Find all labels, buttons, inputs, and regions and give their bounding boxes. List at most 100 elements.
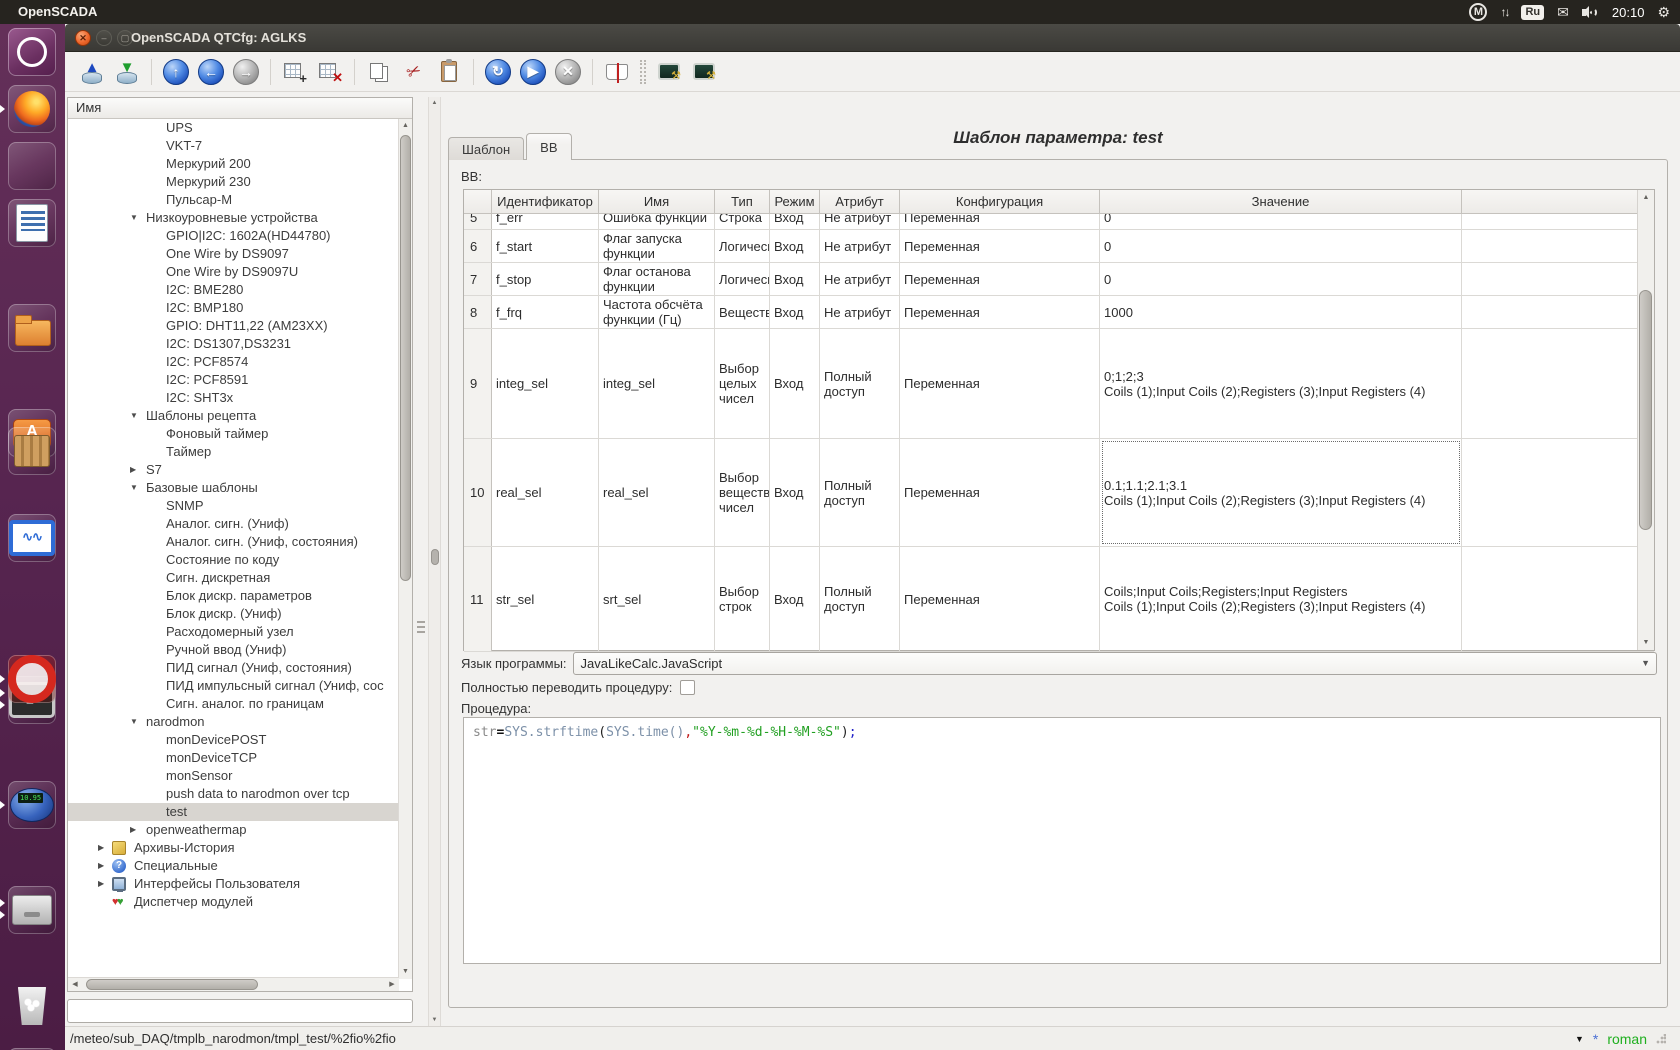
translate-procedure-checkbox[interactable] <box>680 680 695 695</box>
tree-item[interactable]: Фоновый таймер <box>68 425 399 443</box>
cell-type[interactable]: Выбор веществе чисел <box>715 439 770 546</box>
cell-config[interactable]: Переменная <box>900 296 1100 328</box>
scrollbar-thumb[interactable] <box>1639 290 1652 530</box>
tree-item[interactable]: Таймер <box>68 443 399 461</box>
toolbar-handle[interactable] <box>640 60 646 84</box>
cell-value[interactable]: 0;1;2;3Coils (1);Input Coils (2);Registe… <box>1100 329 1462 438</box>
tree-item[interactable]: Меркурий 200 <box>68 155 399 173</box>
collapsed-arrow-icon[interactable]: ▶ <box>98 857 104 875</box>
cell-attr[interactable]: Полный доступ <box>820 329 900 438</box>
tree-item[interactable]: ПИД сигнал (Униф, состояния) <box>68 659 399 677</box>
panel-splitter[interactable] <box>414 97 428 1026</box>
cut-item-button[interactable]: ✂ <box>399 57 429 87</box>
program-language-select[interactable]: JavaLikeCalc.JavaScript ▼ <box>573 652 1657 675</box>
messaging-menu-icon[interactable]: M <box>1469 3 1487 21</box>
cell-mode[interactable]: Вход <box>770 296 820 328</box>
cell-type[interactable]: Выбор целых чисел <box>715 329 770 438</box>
tree-item[interactable]: Сигн. дискретная <box>68 569 399 587</box>
dock-firefox-icon[interactable] <box>8 85 56 133</box>
tree-item[interactable]: monSensor <box>68 767 399 785</box>
tree-item[interactable]: ▼Низкоуровневые устройства <box>68 209 399 227</box>
scrollbar-thumb[interactable] <box>400 135 411 581</box>
tree-item[interactable]: Пульсар-М <box>68 191 399 209</box>
cell-id[interactable]: f_frq <box>492 296 599 328</box>
manual-button[interactable] <box>602 57 632 87</box>
scroll-up-arrow-icon[interactable]: ▲ <box>399 119 412 133</box>
tree-item[interactable]: ♥♥Диспетчер модулей <box>68 893 399 911</box>
user-name[interactable]: roman <box>1607 1031 1647 1047</box>
tree-vertical-scrollbar[interactable]: ▲ ▼ <box>398 119 412 979</box>
procedure-code-editor[interactable]: str=SYS.strftime(SYS.time(),"%Y-%m-%d-%H… <box>463 717 1661 964</box>
tree-item[interactable]: ▼narodmon <box>68 713 399 731</box>
dock-system-monitor-icon[interactable] <box>8 514 56 562</box>
cell-config[interactable]: Переменная <box>900 263 1100 295</box>
cell-id[interactable]: str_sel <box>492 547 599 651</box>
cell-config[interactable]: Переменная <box>900 329 1100 438</box>
cell-value[interactable]: 1000 <box>1100 296 1462 328</box>
status-dropdown-arrow-icon[interactable]: ▼ <box>1575 1034 1584 1044</box>
tree-item[interactable]: Ручной ввод (Униф) <box>68 641 399 659</box>
tree-item[interactable]: Блок дискр. (Униф) <box>68 605 399 623</box>
minimize-button[interactable]: – <box>96 30 112 46</box>
scroll-up-arrow-icon[interactable]: ▲ <box>1638 190 1654 205</box>
refresh-button[interactable]: ↻ <box>483 57 513 87</box>
tree-item[interactable]: ▶Архивы-История <box>68 839 399 857</box>
cell-num[interactable]: 7 <box>464 263 492 295</box>
session-gear-icon[interactable]: ⚙ <box>1657 4 1670 21</box>
paste-item-button[interactable] <box>434 57 464 87</box>
mail-icon[interactable]: ✉ <box>1557 4 1569 21</box>
save-to-db-button[interactable]: ▼ <box>112 57 142 87</box>
cell-config[interactable]: Переменная <box>900 230 1100 262</box>
expanded-arrow-icon[interactable]: ▼ <box>130 713 138 731</box>
tree-item[interactable]: monDeviceTCP <box>68 749 399 767</box>
tree-item[interactable]: ▼Базовые шаблоны <box>68 479 399 497</box>
cell-type[interactable]: Выбор строк <box>715 547 770 651</box>
cell-value[interactable]: 0.1;1.1;2.1;3.1Coils (1);Input Coils (2)… <box>1100 439 1462 546</box>
cell-type[interactable]: Логическ <box>715 230 770 262</box>
cell-type[interactable]: Логическ <box>715 263 770 295</box>
scroll-right-arrow-icon[interactable]: ▶ <box>385 978 399 991</box>
cell-name[interactable]: Флаг запуска функции <box>599 230 715 262</box>
go-back-button[interactable]: ← <box>196 57 226 87</box>
cell-num[interactable]: 5 <box>464 214 492 229</box>
tree-item[interactable]: I2C: PCF8591 <box>68 371 399 389</box>
scroll-down-arrow-icon[interactable]: ▼ <box>1638 635 1654 650</box>
tree-item[interactable]: VKT-7 <box>68 137 399 155</box>
tree-item[interactable]: GPIO: DHT11,22 (AM23XX) <box>68 317 399 335</box>
tab-template[interactable]: Шаблон <box>448 137 524 160</box>
expanded-arrow-icon[interactable]: ▼ <box>130 407 138 425</box>
tree-item[interactable]: ▼Шаблоны рецепта <box>68 407 399 425</box>
sync-arrows-icon[interactable]: ↑↓ <box>1500 5 1508 19</box>
tree-item[interactable]: ▶S7 <box>68 461 399 479</box>
dock-trash-icon[interactable] <box>8 982 56 1030</box>
cell-name[interactable]: Флаг останова функции <box>599 263 715 295</box>
tree-item[interactable]: ▶Интерфейсы Пользователя <box>68 875 399 893</box>
about-button[interactable] <box>654 57 684 87</box>
cell-attr[interactable]: Не атрибут <box>820 296 900 328</box>
add-item-button[interactable]: + <box>280 57 310 87</box>
cell-name[interactable]: integ_sel <box>599 329 715 438</box>
cell-num[interactable]: 10 <box>464 439 492 546</box>
cell-attr[interactable]: Не атрибут <box>820 230 900 262</box>
scroll-left-arrow-icon[interactable]: ◀ <box>68 978 82 991</box>
scroll-down-arrow-icon[interactable]: ▼ <box>429 1017 440 1023</box>
cell-value[interactable]: 0 <box>1100 230 1462 262</box>
volume-icon[interactable] <box>1582 6 1599 19</box>
close-button[interactable]: ✕ <box>75 30 91 46</box>
tree-item[interactable]: Меркурий 230 <box>68 173 399 191</box>
keyboard-layout-indicator[interactable]: Ru <box>1521 5 1544 20</box>
main-scrollbar[interactable]: ▲ ▼ <box>428 97 441 1026</box>
cell-config[interactable]: Переменная <box>900 547 1100 651</box>
tree-item[interactable]: UPS <box>68 119 399 137</box>
tree-item[interactable]: I2C: BME280 <box>68 281 399 299</box>
cell-name[interactable]: Частота обсчёта функции (Гц) <box>599 296 715 328</box>
tree-item[interactable]: ▶?Специальные <box>68 857 399 875</box>
cell-num[interactable]: 8 <box>464 296 492 328</box>
tree-item[interactable]: One Wire by DS9097 <box>68 245 399 263</box>
dock-wooden-archive-icon[interactable] <box>8 427 56 475</box>
tree-horizontal-scrollbar[interactable]: ◀ ▶ <box>68 977 399 991</box>
cell-name[interactable]: real_sel <box>599 439 715 546</box>
cell-type[interactable]: Строка <box>715 214 770 229</box>
tree-item[interactable]: GPIO|I2C: 1602A(HD44780) <box>68 227 399 245</box>
tree-item[interactable]: Аналог. сигн. (Униф, состояния) <box>68 533 399 551</box>
